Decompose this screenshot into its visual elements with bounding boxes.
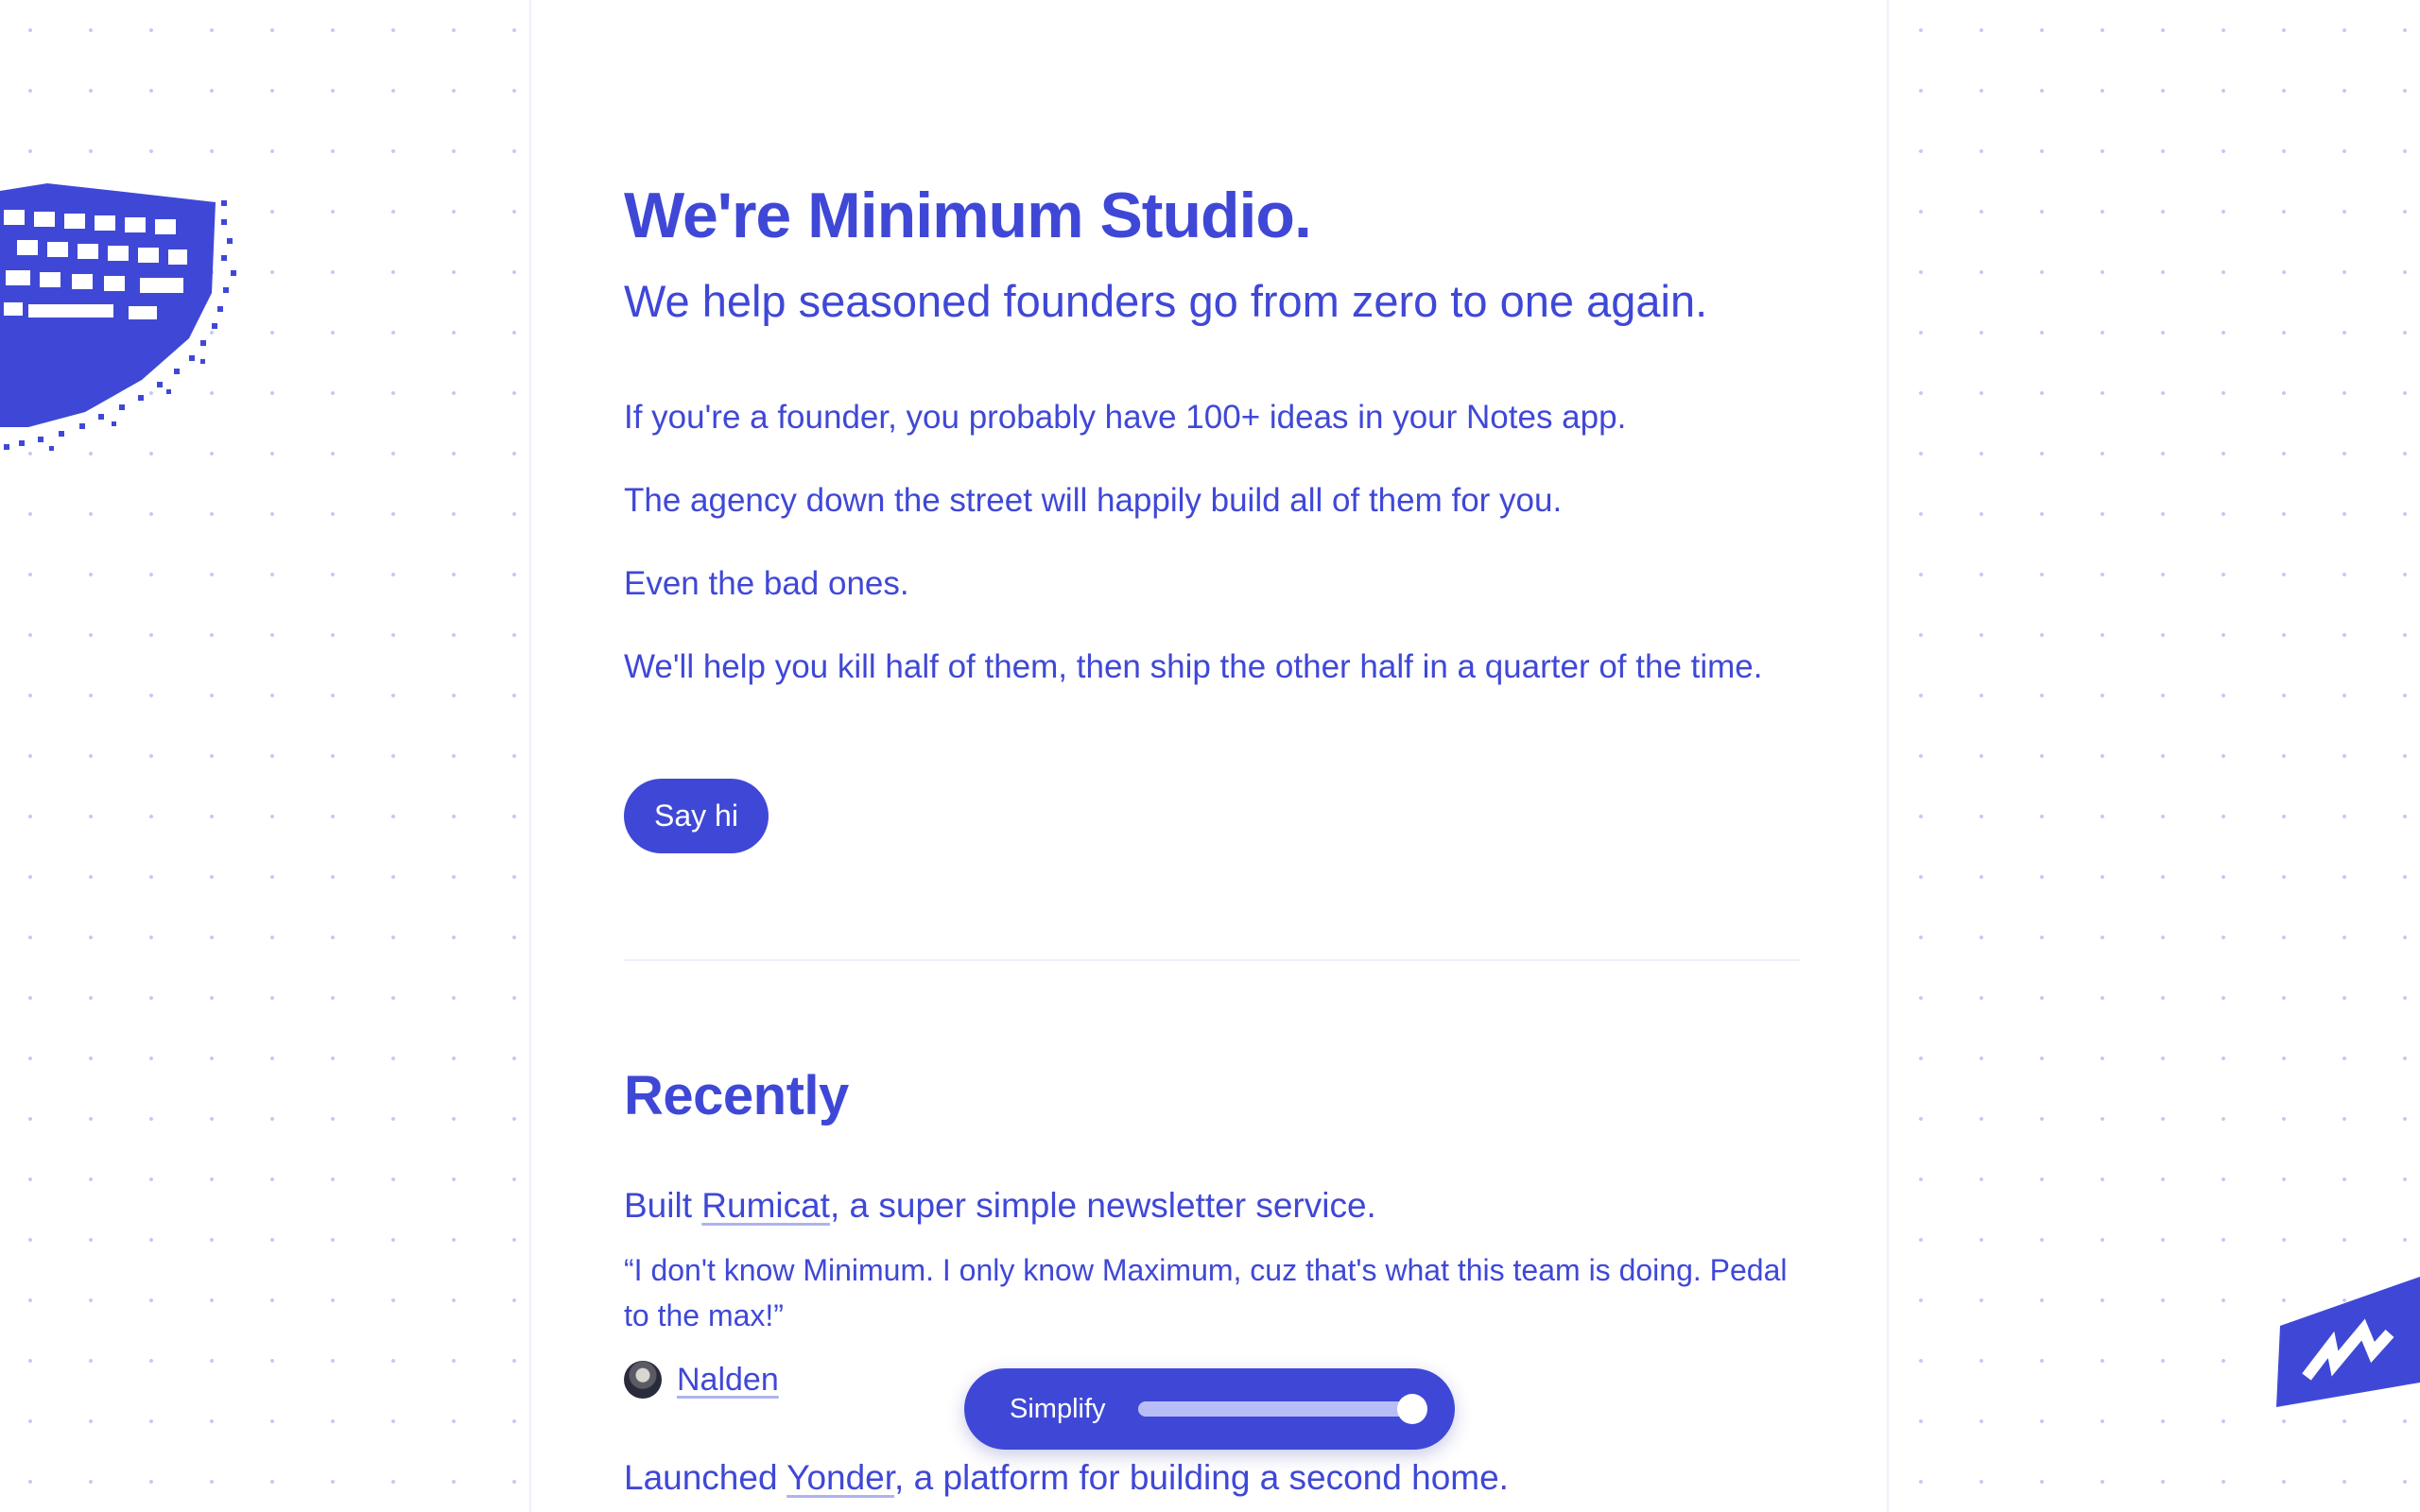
simplify-slider-thumb[interactable] [1397, 1394, 1427, 1424]
section-divider [624, 959, 1800, 961]
intro-paragraph-1: If you're a founder, you probably have 1… [624, 399, 1627, 436]
yonder-link[interactable]: Yonder [786, 1458, 894, 1497]
intro-paragraph-2: The agency down the street will happily … [624, 482, 1563, 519]
author-link-nalden[interactable]: Nalden [677, 1362, 779, 1399]
recent-item-prefix: Built [624, 1186, 702, 1225]
pixel-keyboard-icon [0, 183, 236, 451]
rumicat-link[interactable]: Rumicat [701, 1186, 830, 1225]
recently-heading: Recently [624, 1065, 849, 1126]
pixel-shoe-icon [2276, 1277, 2420, 1407]
recent-item-prefix: Launched [624, 1458, 787, 1497]
page: We're Minimum Studio. We help seasoned f… [0, 0, 2420, 1512]
page-subtitle: We help seasoned founders go from zero t… [624, 276, 1708, 326]
intro-paragraph-3: Even the bad ones. [624, 565, 909, 602]
recent-item-rumicat: Built Rumicat, a super simple newsletter… [624, 1179, 1376, 1232]
recent-item-yonder: Launched Yonder, a platform for building… [624, 1452, 1509, 1504]
recent-item-suffix: , a platform for building a second home. [894, 1458, 1509, 1497]
testimonial-quote: “I don't know Minimum. I only know Maxim… [624, 1253, 1788, 1332]
simplify-label: Simplify [1010, 1394, 1106, 1424]
page-title: We're Minimum Studio. [624, 180, 1312, 251]
avatar [624, 1361, 662, 1399]
main-column: We're Minimum Studio. We help seasoned f… [529, 0, 1889, 1512]
intro-paragraph-4: We'll help you kill half of them, then s… [624, 648, 1763, 685]
simplify-control: Simplify [964, 1368, 1455, 1450]
simplify-slider[interactable] [1138, 1394, 1427, 1424]
say-hi-button[interactable]: Say hi [624, 779, 769, 853]
simplify-slider-fill [1138, 1401, 1412, 1417]
recent-item-suffix: , a super simple newsletter service. [829, 1186, 1376, 1225]
testimonial-author: Nalden [624, 1358, 779, 1401]
